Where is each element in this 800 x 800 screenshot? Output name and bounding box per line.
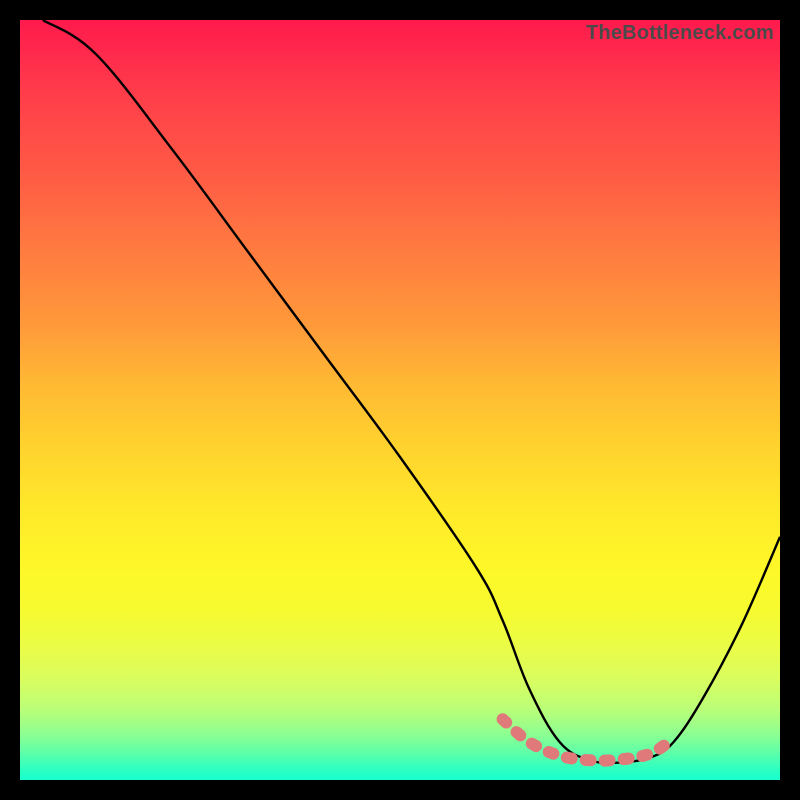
bottleneck-curve — [43, 20, 780, 763]
minimum-highlight — [503, 719, 674, 760]
curve-layer — [20, 20, 780, 780]
plot-background: TheBottleneck.com — [20, 20, 780, 780]
chart-frame: TheBottleneck.com — [0, 0, 800, 800]
